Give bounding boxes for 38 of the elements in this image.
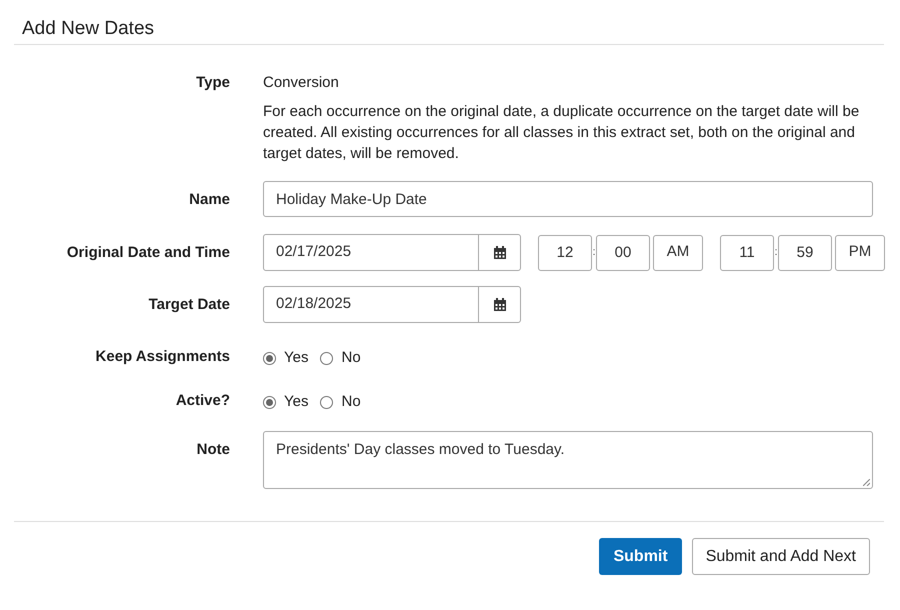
submit-and-add-next-button[interactable]: Submit and Add Next bbox=[692, 538, 870, 575]
hour-input[interactable]: 12 bbox=[538, 234, 592, 270]
type-description: For each occurrence on the original date, a duplicate occurrence on the target date will be created. All existing occurrences for all classes in this extract set, both on the original and target dates, will be removed. bbox=[263, 102, 860, 164]
type-value: Conversion bbox=[263, 73, 340, 93]
hour-input[interactable]: 11 bbox=[720, 234, 774, 270]
field-label: Active? bbox=[176, 391, 230, 411]
field-label: Name bbox=[189, 190, 230, 210]
radio-option[interactable]: No bbox=[320, 346, 361, 370]
field-label: Note bbox=[196, 440, 230, 460]
calendar-icon bbox=[492, 298, 506, 312]
radio-button[interactable] bbox=[320, 396, 334, 408]
field-label: Keep Assignments bbox=[96, 347, 230, 367]
time-separator: : bbox=[592, 245, 596, 260]
radio-option[interactable]: No bbox=[320, 390, 361, 414]
calendar-icon bbox=[492, 246, 506, 260]
time-separator: : bbox=[774, 245, 778, 260]
radio-option[interactable]: Yes bbox=[263, 346, 308, 370]
field-label: Target Date bbox=[148, 295, 230, 315]
radio-button[interactable] bbox=[263, 396, 276, 408]
date-field[interactable]: 02/17/2025 bbox=[263, 234, 521, 271]
page-title: Add New Dates bbox=[21, 17, 156, 41]
date-input[interactable]: 02/18/2025 bbox=[264, 287, 478, 322]
period-button[interactable]: PM bbox=[835, 234, 885, 270]
submit-button[interactable]: Submit bbox=[599, 538, 682, 575]
minute-input[interactable]: 00 bbox=[596, 234, 650, 270]
date-input[interactable]: 02/17/2025 bbox=[264, 235, 478, 270]
radio-button[interactable] bbox=[263, 352, 276, 364]
radio-button[interactable] bbox=[320, 352, 334, 364]
field-label: Original Date and Time bbox=[66, 243, 230, 263]
field-label: Type bbox=[196, 73, 230, 93]
minute-input[interactable]: 59 bbox=[778, 234, 832, 270]
note-textarea[interactable]: Presidents' Day classes moved to Tuesday. bbox=[263, 431, 873, 489]
radio-option[interactable]: Yes bbox=[263, 390, 308, 414]
note-text: Presidents' Day classes moved to Tuesday. bbox=[276, 441, 565, 458]
period-button[interactable]: AM bbox=[653, 234, 703, 270]
date-field[interactable]: 02/18/2025 bbox=[263, 286, 521, 323]
resize-handle-icon bbox=[863, 479, 870, 486]
name-input[interactable]: Holiday Make-Up Date bbox=[263, 181, 873, 217]
